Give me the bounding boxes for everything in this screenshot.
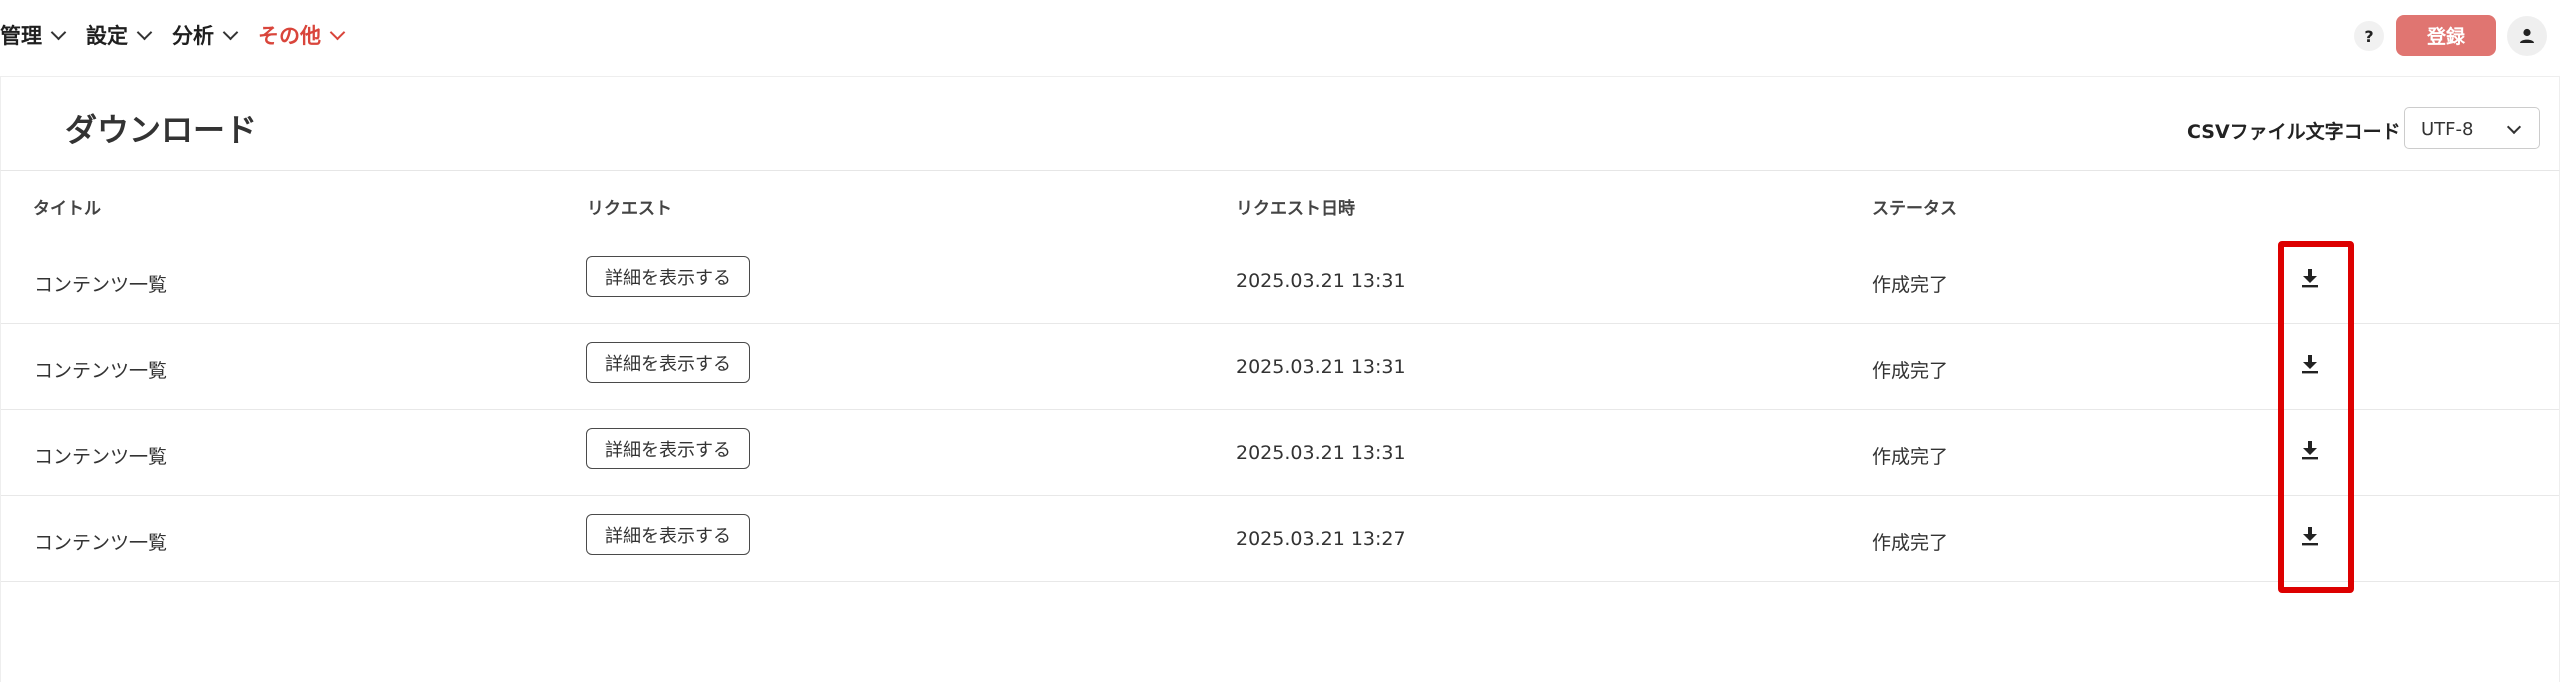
menu-item-analytics[interactable]: 分析 [172, 0, 239, 70]
menu-item-manage[interactable]: 管理 [0, 0, 67, 70]
page-title: ダウンロード [65, 111, 258, 149]
row-date: 2025.03.21 13:31 [1236, 356, 1406, 378]
table-row: コンテンツ一覧 詳細を表示する 2025.03.21 13:31 作成完了 [1, 409, 2559, 496]
encoding-select[interactable]: UTF-8 [2404, 107, 2540, 149]
row-status: 作成完了 [1872, 532, 1949, 554]
row-date: 2025.03.21 13:31 [1236, 442, 1406, 464]
page-header: ダウンロード CSVファイル文字コード UTF-8 [0, 77, 2560, 171]
row-title: コンテンツ一覧 [34, 274, 168, 296]
chevron-down-icon [222, 24, 239, 40]
row-date: 2025.03.21 13:27 [1236, 528, 1406, 550]
menu-item-settings[interactable]: 設定 [86, 0, 153, 70]
row-title: コンテンツ一覧 [34, 446, 168, 468]
row-title: コンテンツ一覧 [34, 360, 168, 382]
chevron-down-icon [50, 24, 67, 40]
view-details-button[interactable]: 詳細を表示する [586, 342, 750, 383]
register-button[interactable]: 登録 [2396, 15, 2496, 56]
view-details-button[interactable]: 詳細を表示する [586, 428, 750, 469]
row-status: 作成完了 [1872, 446, 1949, 468]
table-row: コンテンツ一覧 詳細を表示する 2025.03.21 13:27 作成完了 [1, 495, 2559, 582]
view-details-button[interactable]: 詳細を表示する [586, 256, 750, 297]
menu-item-label: 設定 [86, 24, 128, 48]
chevron-down-icon [136, 24, 153, 40]
help-button[interactable]: ? [2354, 21, 2384, 51]
main-menu: 管理 設定 分析 その他 [0, 0, 365, 70]
chevron-down-icon [329, 24, 346, 40]
column-header-date: リクエスト日時 [1236, 199, 1355, 219]
user-avatar-button[interactable] [2507, 16, 2547, 56]
column-header-title: タイトル [33, 199, 101, 219]
top-nav: 管理 設定 分析 その他 ? 登録 [0, 0, 2560, 77]
table-header: タイトル リクエスト リクエスト日時 ステータス [1, 171, 2559, 236]
menu-item-label: 分析 [172, 24, 214, 48]
menu-item-label: その他 [258, 24, 321, 48]
column-header-status: ステータス [1872, 199, 1957, 219]
chevron-down-icon [2506, 119, 2522, 135]
view-details-button[interactable]: 詳細を表示する [586, 514, 750, 555]
downloads-table: タイトル リクエスト リクエスト日時 ステータス コンテンツ一覧 詳細を表示する… [0, 171, 2560, 682]
row-title: コンテンツ一覧 [34, 532, 168, 554]
column-header-request: リクエスト [587, 199, 672, 219]
menu-item-other[interactable]: その他 [258, 0, 346, 70]
user-icon [2520, 28, 2534, 43]
annotation-highlight-box [2278, 241, 2354, 593]
row-status: 作成完了 [1872, 274, 1949, 296]
table-row: コンテンツ一覧 詳細を表示する 2025.03.21 13:31 作成完了 [1, 237, 2559, 324]
row-date: 2025.03.21 13:31 [1236, 270, 1406, 292]
encoding-select-value: UTF-8 [2421, 119, 2474, 140]
encoding-label: CSVファイル文字コード [2187, 121, 2401, 143]
row-status: 作成完了 [1872, 360, 1949, 382]
table-row: コンテンツ一覧 詳細を表示する 2025.03.21 13:31 作成完了 [1, 323, 2559, 410]
menu-item-label: 管理 [0, 24, 42, 48]
